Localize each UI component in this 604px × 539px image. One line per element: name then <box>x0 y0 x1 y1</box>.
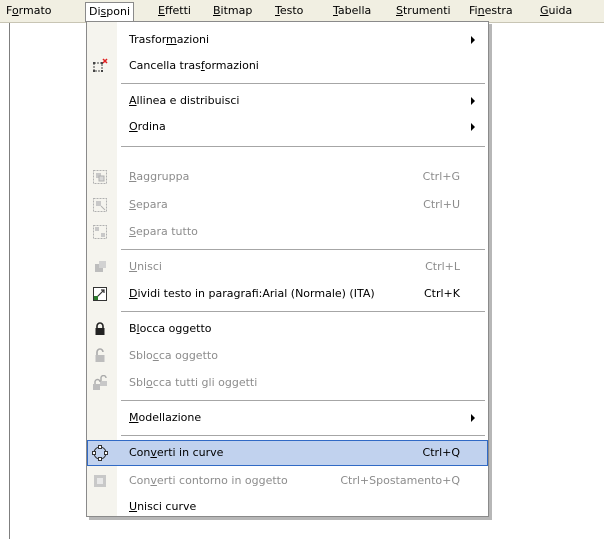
menu-item-separa[interactable]: Separa Ctrl+U <box>87 192 488 218</box>
submenu-arrow-icon <box>471 123 475 131</box>
menu-separator <box>121 311 485 312</box>
menu-item-converti-curve[interactable]: Converti in curve Ctrl+Q <box>87 440 488 466</box>
menu-item-sblocca-tutti[interactable]: Sblocca tutti gli oggetti <box>87 370 488 396</box>
menu-item-dividi-testo[interactable]: Dividi testo in paragrafi:Arial (Normale… <box>87 281 488 307</box>
menu-item-allinea-distribuisci[interactable]: Allinea e distribuisci <box>87 88 488 114</box>
menu-separator <box>121 249 485 250</box>
menu-item-shortcut: Ctrl+K <box>423 287 460 300</box>
menu-item-label: Modellazione <box>129 411 202 424</box>
menu-item-label: Unisci curve <box>129 500 197 513</box>
menu-item-unisci[interactable]: Unisci Ctrl+L <box>87 254 488 280</box>
submenu-arrow-icon <box>471 36 475 44</box>
menu-finestra[interactable]: Finestra <box>469 0 513 22</box>
ungroup-all-icon <box>92 224 108 240</box>
menu-separator <box>121 146 485 147</box>
menu-disponi[interactable]: Disponi <box>85 2 135 22</box>
menu-item-separa-tutto[interactable]: Separa tutto <box>87 219 488 245</box>
menu-item-shortcut: Ctrl+G <box>422 170 460 183</box>
menu-item-ordina[interactable]: Ordina <box>87 114 488 140</box>
menu-item-shortcut: Ctrl+Spostamento+Q <box>340 474 460 487</box>
menu-item-label: Separa tutto <box>129 225 198 238</box>
workspace-edge <box>0 23 10 539</box>
menu-guida[interactable]: Guida <box>540 0 572 22</box>
lock-icon <box>92 321 108 337</box>
menu-item-sblocca-oggetto[interactable]: Sblocca oggetto <box>87 343 488 369</box>
menu-item-label: Blocca oggetto <box>129 322 212 335</box>
menu-item-unisci-curve[interactable]: Unisci curve <box>87 494 488 520</box>
menu-strumenti[interactable]: Strumenti <box>396 0 451 22</box>
menu-item-shortcut: Ctrl+L <box>425 260 460 273</box>
menu-item-blocca-oggetto[interactable]: Blocca oggetto <box>87 316 488 342</box>
menu-separator <box>121 435 485 436</box>
submenu-arrow-icon <box>471 97 475 105</box>
menu-effetti[interactable]: Effetti <box>158 0 191 22</box>
menu-item-label: Sblocca oggetto <box>129 349 218 362</box>
menu-item-label: Ordina <box>129 120 166 133</box>
menu-item-shortcut: Ctrl+Q <box>422 446 460 459</box>
disponi-dropdown-menu: Trasformazioni Cancella trasformazioni A… <box>86 21 489 517</box>
menu-item-modellazione[interactable]: Modellazione <box>87 405 488 431</box>
menu-item-label: Cancella trasformazioni <box>129 59 259 72</box>
submenu-arrow-icon <box>471 414 475 422</box>
menu-separator <box>121 400 485 401</box>
unlock-icon <box>92 348 108 364</box>
menu-item-converti-contorno[interactable]: Converti contorno in oggetto Ctrl+Sposta… <box>87 468 488 494</box>
menu-formato[interactable]: Formato <box>6 0 52 22</box>
menu-tabella[interactable]: Tabella <box>333 0 371 22</box>
menu-item-shortcut: Ctrl+U <box>423 198 460 211</box>
menu-item-label: Trasformazioni <box>129 33 210 46</box>
menu-item-label: Allinea e distribuisci <box>129 94 240 107</box>
menu-item-label: Sblocca tutti gli oggetti <box>129 376 258 389</box>
menu-item-trasformazioni[interactable]: Trasformazioni <box>87 27 488 53</box>
menu-bitmap[interactable]: Bitmap <box>213 0 252 22</box>
menu-separator <box>121 83 485 84</box>
menu-item-raggruppa[interactable]: Raggruppa Ctrl+G <box>87 164 488 190</box>
menu-testo[interactable]: Testo <box>275 0 303 22</box>
clear-transform-icon <box>92 58 108 74</box>
menu-bar: Formato Disponi Effetti Bitmap Testo Tab… <box>0 0 604 23</box>
unlock-all-icon <box>92 374 108 391</box>
menu-item-cancella-trasformazioni[interactable]: Cancella trasformazioni <box>87 53 488 79</box>
